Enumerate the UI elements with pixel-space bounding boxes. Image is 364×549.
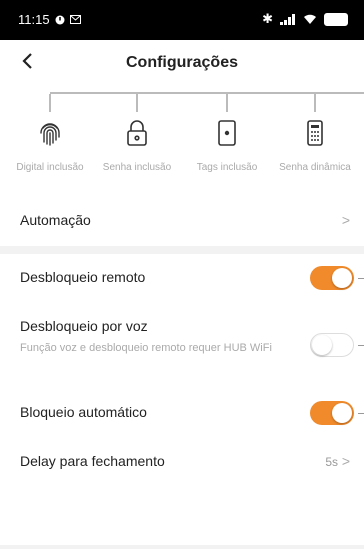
shortcut-label: Digital inclusão — [16, 162, 84, 173]
shortcut-label: Tags inclusão — [196, 162, 258, 173]
wifi-icon — [304, 14, 316, 24]
lock-icon — [127, 120, 147, 146]
voice-unlock-description: Função voz e desbloqueio remoto requer H… — [20, 342, 272, 354]
card-tag-icon — [218, 120, 236, 146]
connector-line — [50, 92, 364, 94]
shortcut-label: Senha inclusão — [102, 162, 172, 173]
automation-label: Automação — [20, 212, 91, 228]
auto-lock-label: Bloqueio automático — [20, 404, 147, 420]
status-bar: 11:15 ✱ — [0, 0, 364, 40]
close-delay-label: Delay para fechamento — [20, 453, 165, 469]
chevron-right-icon: > — [341, 453, 350, 469]
header-bar: Configurações — [0, 40, 364, 86]
shortcut-label: Senha dinâmica — [279, 162, 351, 173]
battery-icon — [324, 12, 348, 26]
automation-row[interactable]: Automação > — [0, 194, 364, 246]
close-delay-value: 5s — [325, 455, 338, 469]
keypad-icon — [307, 120, 323, 146]
page-title: Configurações — [125, 54, 238, 71]
remote-unlock-label: Desbloqueio remoto — [20, 269, 146, 285]
signal-icon — [280, 13, 295, 25]
delay-row-container: Delay para fechamento 5s > — [0, 444, 364, 545]
fingerprint-icon — [40, 123, 60, 146]
voice-unlock-toggle[interactable] — [310, 333, 354, 357]
settings-group: Desbloqueio remoto Desbloqueio por voz F… — [0, 254, 364, 444]
notification-icon — [55, 15, 65, 24]
chevron-right-icon: > — [341, 212, 350, 228]
auto-lock-toggle[interactable] — [310, 401, 354, 425]
remote-unlock-toggle[interactable] — [310, 266, 354, 290]
bluetooth-icon: ✱ — [262, 11, 273, 26]
back-button[interactable] — [14, 49, 40, 77]
status-time: 11:15 — [18, 12, 50, 27]
chevron-left-icon — [22, 53, 32, 69]
mail-icon — [69, 15, 81, 24]
voice-unlock-label: Desbloqueio por voz — [20, 318, 148, 334]
shortcut-bar: Digital inclusão Senha inclusão Tags inc… — [0, 86, 364, 194]
